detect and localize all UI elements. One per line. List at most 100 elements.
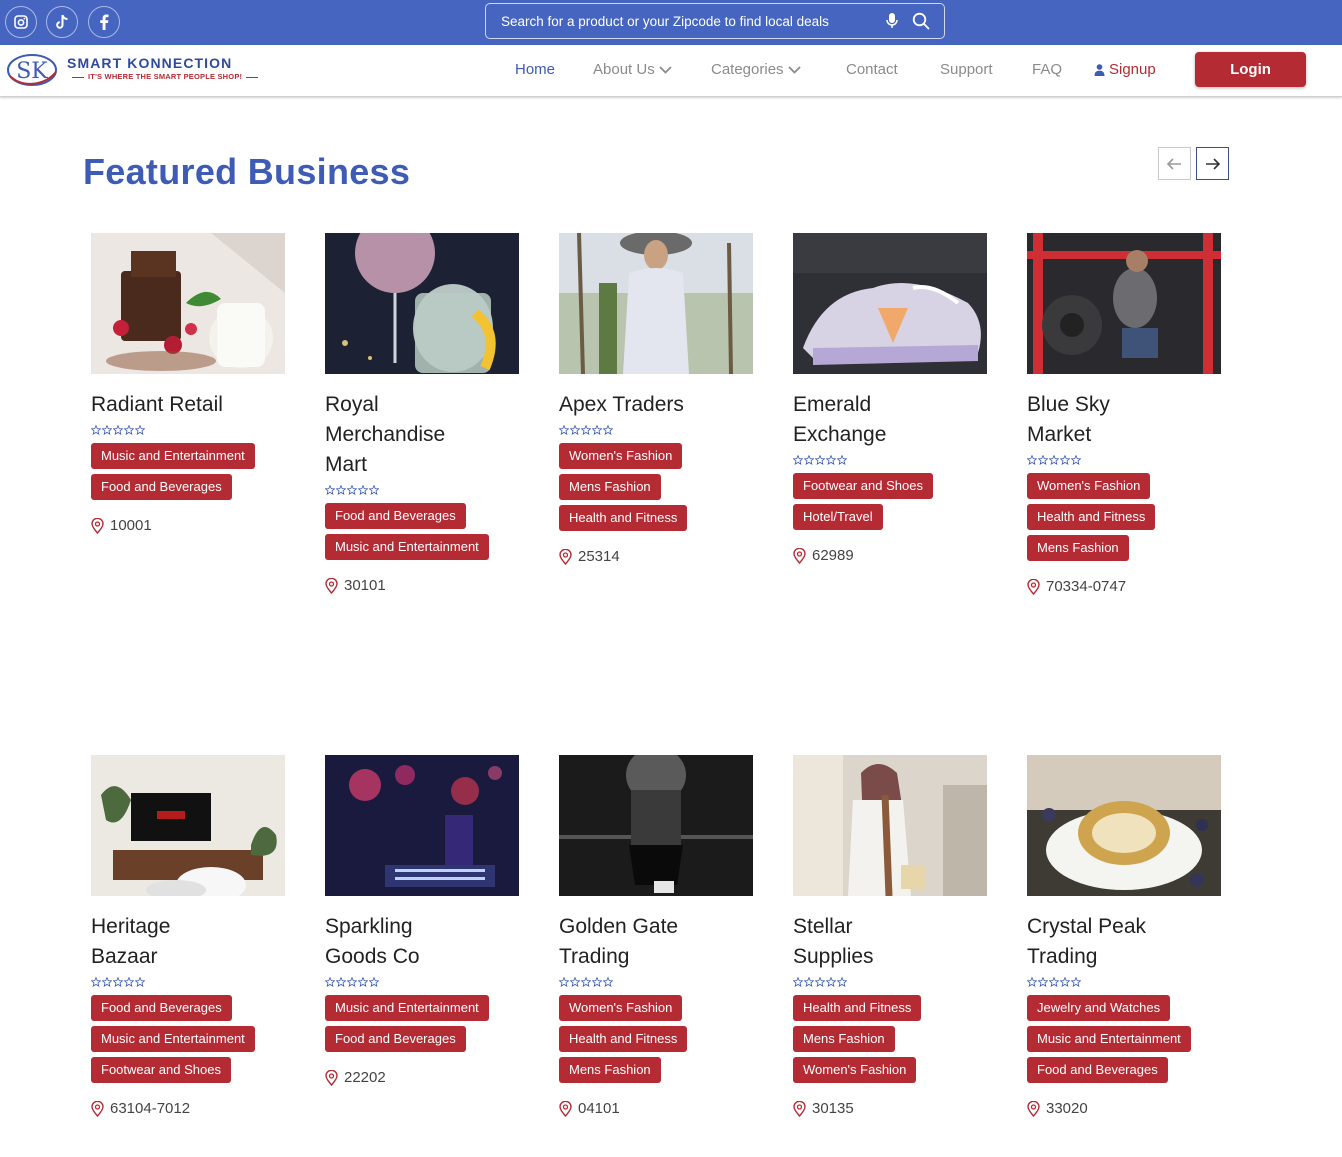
nav-support[interactable]: Support — [940, 61, 993, 78]
category-tag[interactable]: Music and Entertainment — [1027, 1026, 1191, 1052]
business-name[interactable]: Sparkling Goods Co — [325, 912, 465, 972]
category-tag[interactable]: Footwear and Shoes — [793, 473, 933, 499]
carousel-prev-button[interactable] — [1158, 147, 1191, 180]
star-outline-icon — [346, 974, 358, 987]
star-outline-icon — [357, 482, 369, 495]
instagram-link[interactable] — [5, 6, 37, 38]
business-image[interactable] — [325, 233, 519, 374]
business-image[interactable] — [559, 755, 753, 896]
business-location: 62989 — [793, 547, 987, 564]
nav-categories[interactable]: Categories — [711, 61, 801, 78]
business-card[interactable]: Stellar Supplies Health and Fitness Mens F… — [792, 755, 987, 1117]
tiktok-link[interactable] — [46, 6, 78, 38]
search-bar[interactable]: Search for a product or your Zipcode to … — [485, 3, 945, 39]
brand-title[interactable]: SMART KONNECTION — [67, 55, 232, 71]
category-tags: Women's Fashion Mens Fashion Health and Fi… — [559, 443, 753, 531]
category-tag[interactable]: Mens Fashion — [1027, 535, 1129, 561]
business-name[interactable]: Blue Sky Market — [1027, 390, 1167, 450]
star-rating — [324, 482, 519, 495]
nav-faq[interactable]: FAQ — [1032, 61, 1062, 78]
category-tag[interactable]: Women's Fashion — [559, 995, 683, 1021]
chevron-down-icon — [787, 65, 801, 74]
category-tag[interactable]: Women's Fashion — [1027, 473, 1151, 499]
zipcode: 63104-7012 — [110, 1100, 191, 1117]
business-name[interactable]: Crystal Peak Trading — [1027, 912, 1167, 972]
category-tag[interactable]: Food and Beverages — [91, 995, 232, 1021]
category-tag[interactable]: Women's Fashion — [793, 1057, 917, 1083]
nav-contact[interactable]: Contact — [846, 61, 898, 78]
star-outline-icon — [580, 974, 592, 987]
category-tag[interactable]: Music and Entertainment — [91, 1026, 255, 1052]
star-outline-icon — [602, 974, 614, 987]
category-tag[interactable]: Women's Fashion — [559, 443, 683, 469]
business-image[interactable] — [793, 233, 987, 374]
nav-about-us[interactable]: About Us — [593, 61, 672, 78]
business-image[interactable] — [91, 233, 285, 374]
carousel-next-button[interactable] — [1196, 147, 1229, 180]
nav-home[interactable]: Home — [515, 61, 555, 78]
category-tags: Food and Beverages Music and Entertainmen… — [325, 503, 519, 560]
star-outline-icon — [1026, 974, 1038, 987]
business-card[interactable]: Blue Sky Market Women's Fashion Health and… — [1026, 233, 1221, 595]
business-card[interactable]: Emerald Exchange Footwear and Shoes Hotel/… — [792, 233, 987, 564]
business-name[interactable]: Apex Traders — [559, 390, 699, 420]
zipcode: 62989 — [812, 547, 854, 564]
search-icon[interactable] — [912, 12, 930, 35]
arrow-right-icon — [1206, 157, 1220, 170]
category-tag[interactable]: Jewelry and Watches — [1027, 995, 1171, 1021]
search-input[interactable]: Search for a product or your Zipcode to … — [501, 14, 829, 29]
business-image[interactable] — [1027, 755, 1221, 896]
business-name[interactable]: Stellar Supplies — [793, 912, 933, 972]
business-image[interactable] — [559, 233, 753, 374]
business-image[interactable] — [91, 755, 285, 896]
user-icon — [1094, 63, 1105, 76]
category-tag[interactable]: Music and Entertainment — [325, 995, 489, 1021]
category-tag[interactable]: Mens Fashion — [793, 1026, 895, 1052]
category-tag[interactable]: Food and Beverages — [1027, 1057, 1168, 1083]
category-tag[interactable]: Health and Fitness — [559, 505, 688, 531]
business-card[interactable]: Golden Gate Trading Women's Fashion Health… — [558, 755, 753, 1117]
star-outline-icon — [1070, 974, 1082, 987]
login-button[interactable]: Login — [1195, 52, 1306, 87]
category-tag[interactable]: Food and Beverages — [325, 1026, 466, 1052]
business-image[interactable] — [1027, 233, 1221, 374]
category-tag[interactable]: Footwear and Shoes — [91, 1057, 231, 1083]
business-location: 30135 — [793, 1100, 987, 1117]
category-tag[interactable]: Health and Fitness — [793, 995, 922, 1021]
star-rating — [90, 422, 285, 435]
business-image[interactable] — [325, 755, 519, 896]
category-tag[interactable]: Music and Entertainment — [91, 443, 255, 469]
nav-signup[interactable]: Signup — [1094, 61, 1156, 78]
star-outline-icon — [1026, 452, 1038, 465]
business-card[interactable]: Heritage Bazaar Food and Beverages Music a… — [90, 755, 285, 1117]
business-location: 22202 — [325, 1069, 519, 1086]
business-name[interactable]: Royal Merchandise Mart — [325, 390, 465, 480]
main-navbar: SK SMART KONNECTION IT'S WHERE THE SMART… — [0, 45, 1342, 97]
business-image[interactable] — [793, 755, 987, 896]
category-tag[interactable]: Health and Fitness — [1027, 504, 1156, 530]
star-outline-icon — [1070, 452, 1082, 465]
business-name[interactable]: Golden Gate Trading — [559, 912, 699, 972]
category-tags: Music and Entertainment Food and Beverage… — [91, 443, 285, 500]
category-tag[interactable]: Music and Entertainment — [325, 534, 489, 560]
microphone-icon[interactable] — [885, 12, 899, 35]
logo-mark[interactable]: SK — [6, 52, 60, 93]
category-tag[interactable]: Food and Beverages — [325, 503, 466, 529]
facebook-link[interactable] — [88, 6, 120, 38]
category-tag[interactable]: Mens Fashion — [559, 474, 661, 500]
business-card[interactable]: Sparkling Goods Co Music and Entertainmen… — [324, 755, 519, 1086]
category-tags: Food and Beverages Music and Entertainmen… — [91, 995, 285, 1083]
category-tag[interactable]: Mens Fashion — [559, 1057, 661, 1083]
category-tag[interactable]: Food and Beverages — [91, 474, 232, 500]
map-pin-icon — [559, 548, 572, 565]
category-tag[interactable]: Health and Fitness — [559, 1026, 688, 1052]
business-card[interactable]: Apex Traders Women's Fashion Mens Fashion H… — [558, 233, 753, 565]
logo-letters: SK — [16, 59, 48, 84]
category-tag[interactable]: Hotel/Travel — [793, 504, 883, 530]
business-card[interactable]: Radiant Retail Music and Entertainment Foo… — [90, 233, 285, 534]
business-name[interactable]: Radiant Retail — [91, 390, 231, 420]
business-card[interactable]: Royal Merchandise Mart Food and Beverages… — [324, 233, 519, 594]
business-card[interactable]: Crystal Peak Trading Jewelry and Watches M… — [1026, 755, 1221, 1117]
business-name[interactable]: Emerald Exchange — [793, 390, 933, 450]
business-name[interactable]: Heritage Bazaar — [91, 912, 231, 972]
